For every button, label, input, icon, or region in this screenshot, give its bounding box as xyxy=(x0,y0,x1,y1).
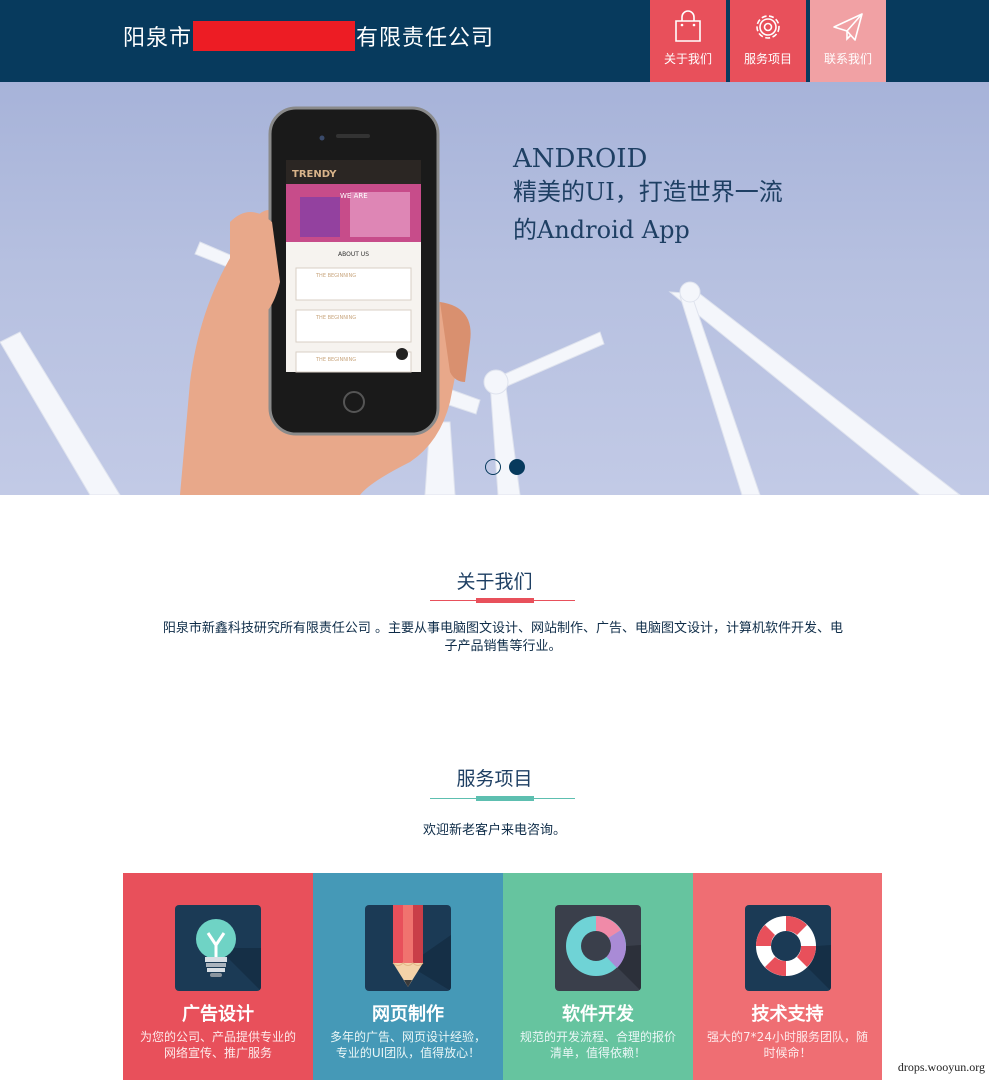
site-header: 阳泉市 有限责任公司 关于我们 服务项目 联系我们 xyxy=(0,0,989,82)
lightbulb-icon xyxy=(175,905,261,991)
services-divider xyxy=(430,796,575,801)
about-title: 关于我们 xyxy=(456,571,533,593)
about-divider xyxy=(430,598,575,603)
brand-prefix: 阳泉市 xyxy=(123,26,193,51)
banner-line-2: 的Android App xyxy=(513,216,690,244)
service-card-desc: 为您的公司、产品提供专业的网络宣传、推广服务 xyxy=(139,1030,296,1060)
svg-text:THE BEGINNING: THE BEGINNING xyxy=(315,315,356,321)
service-card-web-design[interactable]: 网页制作 多年的广告、网页设计经验，专业的UI团队，值得放心！ xyxy=(313,873,503,1080)
banner-line-1: 精美的UI，打造世界一流 xyxy=(513,178,783,206)
svg-text:WE ARE: WE ARE xyxy=(340,192,368,200)
nav-about[interactable]: 关于我们 xyxy=(650,0,726,82)
services-title: 服务项目 xyxy=(456,768,533,790)
banner-illustration: TRENDY WE ARE ABOUT US THE BEGINNING THE… xyxy=(0,106,961,495)
nav-about-label: 关于我们 xyxy=(663,52,712,66)
main-nav: 关于我们 服务项目 联系我们 xyxy=(650,0,890,82)
svg-text:THE BEGINNING: THE BEGINNING xyxy=(315,357,356,363)
donut-chart-icon xyxy=(555,905,641,991)
hero-banner: TRENDY WE ARE ABOUT US THE BEGINNING THE… xyxy=(0,82,989,495)
svg-text:TRENDY: TRENDY xyxy=(292,169,337,180)
company-name[interactable]: 阳泉市 有限责任公司 xyxy=(123,20,494,52)
paper-plane-icon xyxy=(833,13,863,41)
shopping-bag-icon xyxy=(675,10,701,42)
lifebuoy-icon xyxy=(744,905,831,991)
slider-dots xyxy=(485,459,525,475)
brand-suffix: 有限责任公司 xyxy=(356,26,495,51)
nav-services-label: 服务项目 xyxy=(743,52,792,66)
gear-icon xyxy=(756,15,780,39)
service-card-desc: 强大的7*24小时服务团队，随时候命！ xyxy=(707,1030,868,1060)
nav-contact-label: 联系我们 xyxy=(823,52,872,66)
service-card-desc: 多年的广告、网页设计经验，专业的UI团队，值得放心！ xyxy=(329,1030,486,1060)
services-subtitle: 欢迎新老客户来电咨询。 xyxy=(422,823,566,838)
svg-text:THE BEGINNING: THE BEGINNING xyxy=(315,273,356,279)
service-cards: 广告设计 为您的公司、产品提供专业的网络宣传、推广服务 网页制作 多年的广告、网… xyxy=(123,873,882,1080)
service-card-title: 软件开发 xyxy=(562,1004,634,1025)
svg-text:ABOUT US: ABOUT US xyxy=(338,251,369,258)
service-card-ad-design[interactable]: 广告设计 为您的公司、产品提供专业的网络宣传、推广服务 xyxy=(123,873,313,1080)
pencil-icon xyxy=(365,905,451,991)
service-card-title: 广告设计 xyxy=(182,1004,254,1025)
service-card-desc: 规范的开发流程、合理的报价清单，值得依赖！ xyxy=(519,1030,676,1060)
service-card-tech-support[interactable]: 技术支持 强大的7*24小时服务团队，随时候命！ xyxy=(693,873,882,1080)
slider-dot-1[interactable] xyxy=(485,459,501,475)
nav-services[interactable]: 服务项目 xyxy=(730,0,806,82)
service-card-software-dev[interactable]: 软件开发 规范的开发流程、合理的报价清单，值得依赖！ xyxy=(503,873,693,1080)
redacted-block xyxy=(193,21,356,51)
nav-contact[interactable]: 联系我们 xyxy=(810,0,886,82)
slider-dot-2[interactable] xyxy=(509,459,525,475)
about-text: 阳泉市新鑫科技研究所有限责任公司 。主要从事电脑图文设计、网站制作、广告、电脑图… xyxy=(162,621,844,654)
watermark: drops.wooyun.org xyxy=(897,1060,985,1074)
service-card-title: 网页制作 xyxy=(372,1004,444,1025)
service-card-title: 技术支持 xyxy=(751,1004,824,1025)
